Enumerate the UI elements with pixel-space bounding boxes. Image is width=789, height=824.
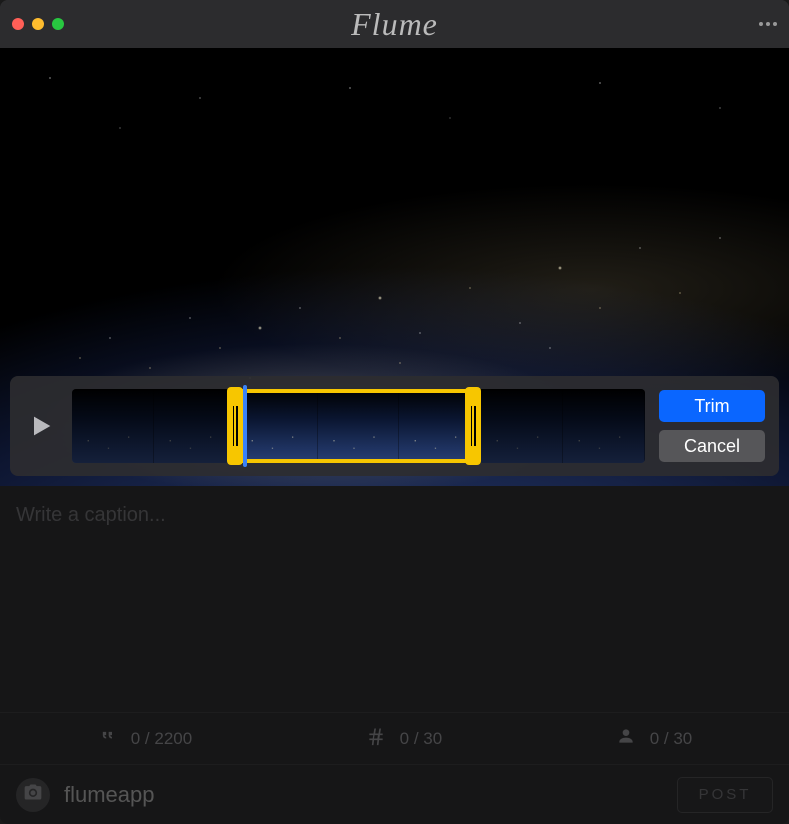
avatar[interactable] bbox=[16, 778, 50, 812]
trim-button[interactable]: Trim bbox=[659, 390, 765, 422]
bottom-bar: flumeapp Post bbox=[0, 764, 789, 824]
mention-counter: 0 / 30 bbox=[616, 726, 693, 751]
playhead[interactable] bbox=[243, 385, 247, 467]
trim-actions: Trim Cancel bbox=[659, 390, 765, 462]
more-menu-button[interactable] bbox=[759, 22, 777, 26]
video-preview[interactable]: Trim Cancel bbox=[0, 48, 789, 486]
trim-handle-end[interactable] bbox=[465, 387, 481, 465]
close-window-button[interactable] bbox=[12, 18, 24, 30]
traffic-lights bbox=[12, 18, 64, 30]
mention-count-value: 0 / 30 bbox=[650, 729, 693, 749]
minimize-window-button[interactable] bbox=[32, 18, 44, 30]
person-icon bbox=[616, 726, 636, 751]
post-button[interactable]: Post bbox=[677, 777, 773, 813]
hashtag-count-value: 0 / 30 bbox=[400, 729, 443, 749]
cancel-button[interactable]: Cancel bbox=[659, 430, 765, 462]
quote-icon bbox=[97, 726, 117, 751]
camera-icon bbox=[23, 782, 43, 807]
app-title: Flume bbox=[351, 6, 438, 43]
caption-area[interactable]: Write a caption... bbox=[0, 486, 789, 712]
hashtag-icon bbox=[366, 726, 386, 751]
trim-dim-left bbox=[72, 389, 235, 463]
trim-timeline[interactable] bbox=[72, 389, 645, 463]
caption-length-counter: 0 / 2200 bbox=[97, 726, 192, 751]
username[interactable]: flumeapp bbox=[64, 782, 155, 808]
counts-row: 0 / 2200 0 / 30 0 / 30 bbox=[0, 712, 789, 764]
caption-count-value: 0 / 2200 bbox=[131, 729, 192, 749]
app-window: Flume bbox=[0, 0, 789, 824]
trim-panel: Trim Cancel bbox=[10, 376, 779, 476]
trim-dim-right bbox=[473, 389, 645, 463]
trim-handle-start[interactable] bbox=[227, 387, 243, 465]
caption-placeholder: Write a caption... bbox=[16, 504, 773, 527]
hashtag-counter: 0 / 30 bbox=[366, 726, 443, 751]
titlebar: Flume bbox=[0, 0, 789, 48]
maximize-window-button[interactable] bbox=[52, 18, 64, 30]
play-button[interactable] bbox=[24, 409, 58, 443]
